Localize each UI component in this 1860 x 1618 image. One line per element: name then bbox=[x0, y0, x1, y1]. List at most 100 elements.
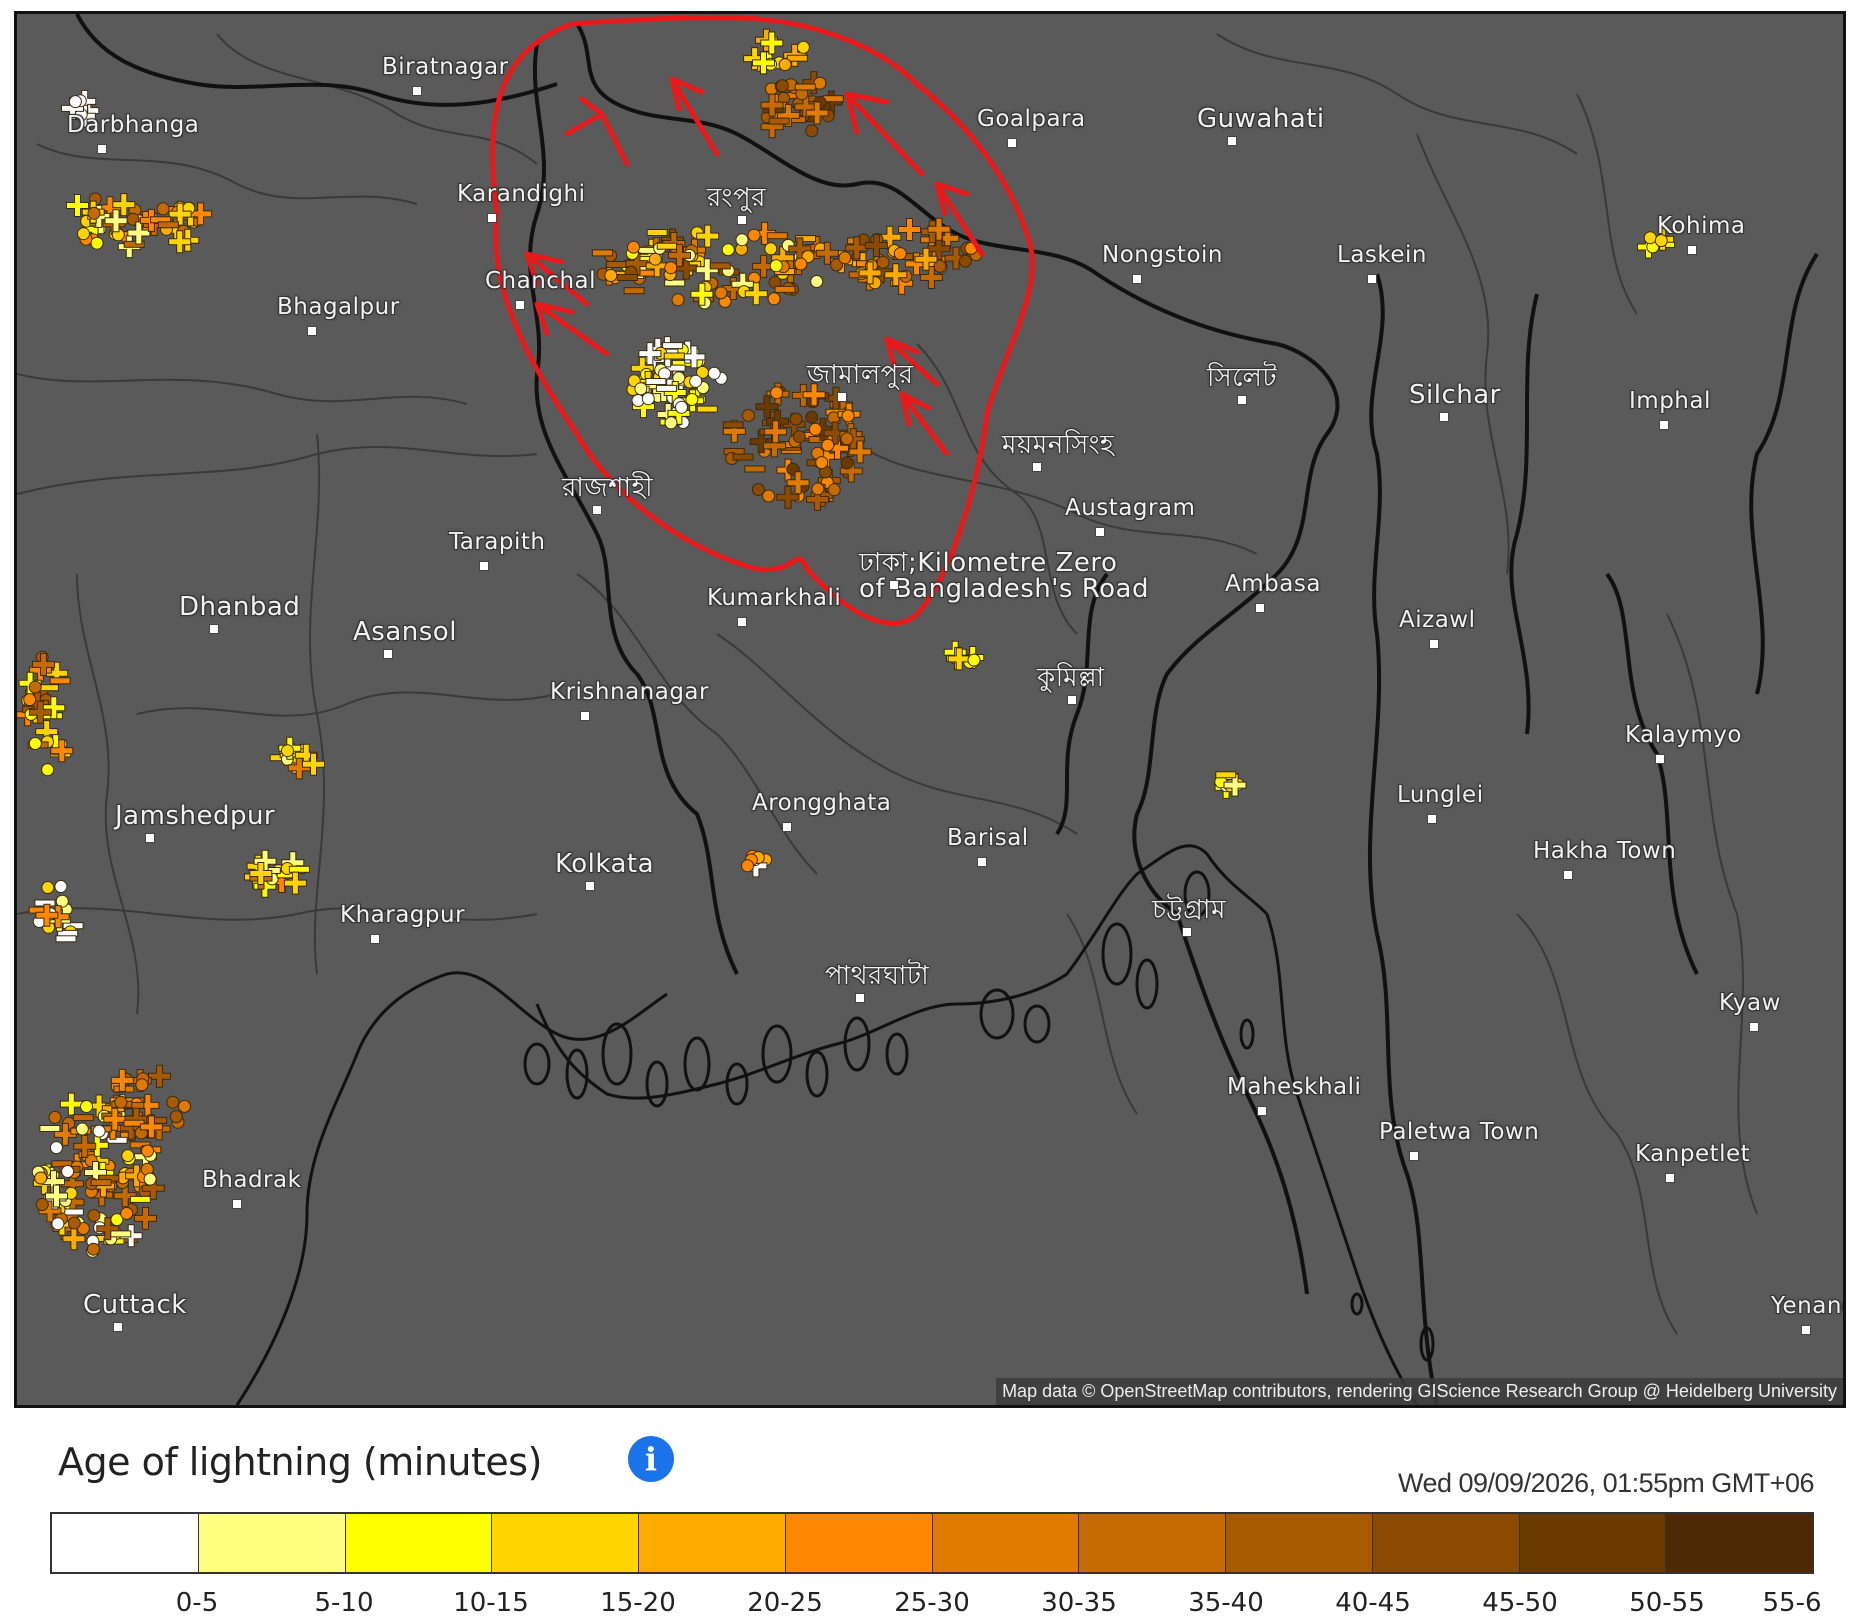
lightning-strike bbox=[41, 763, 55, 777]
lightning-strike bbox=[604, 269, 618, 282]
scale-segment bbox=[492, 1514, 639, 1572]
place-marker bbox=[383, 649, 393, 659]
place-marker bbox=[837, 392, 847, 402]
lightning-strike bbox=[80, 1100, 93, 1113]
place-marker bbox=[1655, 754, 1665, 764]
place-label: Dhanbad bbox=[179, 592, 301, 622]
lightning-strike bbox=[634, 382, 648, 396]
lightning-strike bbox=[23, 693, 37, 707]
lightning-strike bbox=[28, 680, 42, 694]
lightning-strike bbox=[764, 242, 778, 256]
place-label: Kalaymyo bbox=[1625, 722, 1742, 748]
place-marker bbox=[1801, 1325, 1811, 1335]
lightning-strike bbox=[77, 227, 90, 241]
lightning-strike bbox=[121, 1149, 135, 1163]
lightning-strike bbox=[721, 243, 735, 257]
place-marker bbox=[209, 624, 219, 634]
lightning-strike bbox=[732, 453, 754, 461]
place-marker bbox=[1659, 420, 1669, 430]
lightning-strike bbox=[664, 416, 678, 430]
lightning-strike bbox=[67, 1216, 81, 1230]
lightning-strike bbox=[741, 859, 754, 873]
lightning-strike bbox=[675, 400, 688, 414]
timestamp: Wed 09/09/2026, 01:55pm GMT+06 bbox=[1397, 1468, 1815, 1498]
lightning-strike bbox=[169, 1110, 183, 1124]
lightning-strike bbox=[767, 292, 781, 306]
place-marker bbox=[1427, 814, 1437, 824]
lightning-strike bbox=[841, 409, 855, 423]
place-marker bbox=[1095, 527, 1105, 537]
place-marker bbox=[1032, 462, 1042, 472]
lightning-strike bbox=[28, 737, 42, 750]
place-label: Barisal bbox=[947, 825, 1029, 851]
scale-segment bbox=[639, 1514, 786, 1572]
lightning-strike bbox=[49, 1141, 63, 1155]
place-marker bbox=[585, 881, 595, 891]
lightning-strike bbox=[49, 677, 71, 685]
lightning-strike bbox=[794, 257, 808, 271]
place-label: Kolkata bbox=[555, 849, 655, 879]
place-marker bbox=[1563, 870, 1573, 880]
map-attribution[interactable]: Map data © OpenStreetMap contributors, r… bbox=[996, 1378, 1843, 1405]
scale-segment bbox=[1226, 1514, 1373, 1572]
map-geography bbox=[17, 14, 1819, 1405]
place-marker bbox=[1409, 1151, 1419, 1161]
place-label: Darbhanga bbox=[67, 112, 200, 138]
scale-segment bbox=[198, 1514, 346, 1572]
lightning-strike bbox=[709, 262, 731, 270]
place-marker bbox=[1429, 639, 1439, 649]
lightning-strike bbox=[72, 1114, 94, 1122]
place-label: Tarapith bbox=[449, 529, 546, 555]
lightning-strike bbox=[591, 249, 613, 257]
place-label: Kharagpur bbox=[340, 902, 466, 928]
lightning-strike bbox=[789, 412, 803, 426]
lightning-strike bbox=[827, 483, 841, 497]
place-marker bbox=[1255, 603, 1265, 613]
lightning-strike bbox=[658, 367, 672, 381]
place-label: Silchar bbox=[1409, 380, 1501, 410]
place-label: Hakha Town bbox=[1533, 838, 1677, 864]
place-label: Chanchal bbox=[485, 268, 597, 294]
lightning-strike bbox=[34, 1171, 48, 1185]
place-marker bbox=[1182, 927, 1192, 937]
lightning-strike bbox=[35, 1198, 49, 1211]
lightning-strike bbox=[685, 393, 699, 406]
legend-title: Age of lightning (minutes) bbox=[58, 1440, 542, 1484]
lightning-strike bbox=[662, 342, 684, 350]
place-marker bbox=[782, 822, 792, 832]
scale-segment bbox=[345, 1514, 493, 1572]
place-marker bbox=[1687, 245, 1697, 255]
lightning-strike bbox=[762, 489, 776, 503]
place-marker bbox=[1367, 274, 1377, 284]
lightning-strike bbox=[774, 285, 796, 293]
red-annotation-circle bbox=[490, 15, 1035, 626]
lightning-strike bbox=[110, 1230, 132, 1238]
lightning-strike bbox=[166, 1095, 180, 1109]
lightning-strike bbox=[655, 384, 677, 392]
lightning-strike bbox=[92, 1124, 106, 1138]
place-marker bbox=[1227, 136, 1237, 146]
place-marker bbox=[737, 617, 747, 627]
lightning-map[interactable]: Biratnagar Darbhanga Karandighi রংপুর Goalpa… bbox=[14, 11, 1846, 1408]
place-label: রংপুর bbox=[707, 183, 766, 213]
place-label: চট্টগ্রাম bbox=[1152, 895, 1226, 925]
lightning-strike bbox=[87, 206, 101, 220]
lightning-strike bbox=[796, 40, 810, 54]
lightning-strike bbox=[876, 255, 890, 269]
place-label: Arongghata bbox=[752, 790, 892, 816]
place-marker bbox=[307, 326, 317, 336]
scale-segment bbox=[932, 1514, 1080, 1572]
lightning-strike bbox=[39, 1125, 61, 1132]
lightning-strike bbox=[741, 409, 755, 422]
place-label: Cuttack bbox=[83, 1290, 187, 1320]
place-marker bbox=[113, 1322, 123, 1332]
place-label: Bhadrak bbox=[202, 1167, 302, 1193]
place-marker bbox=[487, 213, 497, 223]
lightning-strike bbox=[714, 286, 728, 300]
lightning-strike bbox=[786, 54, 808, 62]
place-label: Kumarkhali bbox=[707, 585, 842, 611]
place-marker bbox=[1257, 1106, 1267, 1116]
lightning-strike bbox=[696, 405, 718, 413]
place-marker bbox=[592, 505, 602, 515]
info-icon[interactable]: i bbox=[628, 1436, 674, 1482]
